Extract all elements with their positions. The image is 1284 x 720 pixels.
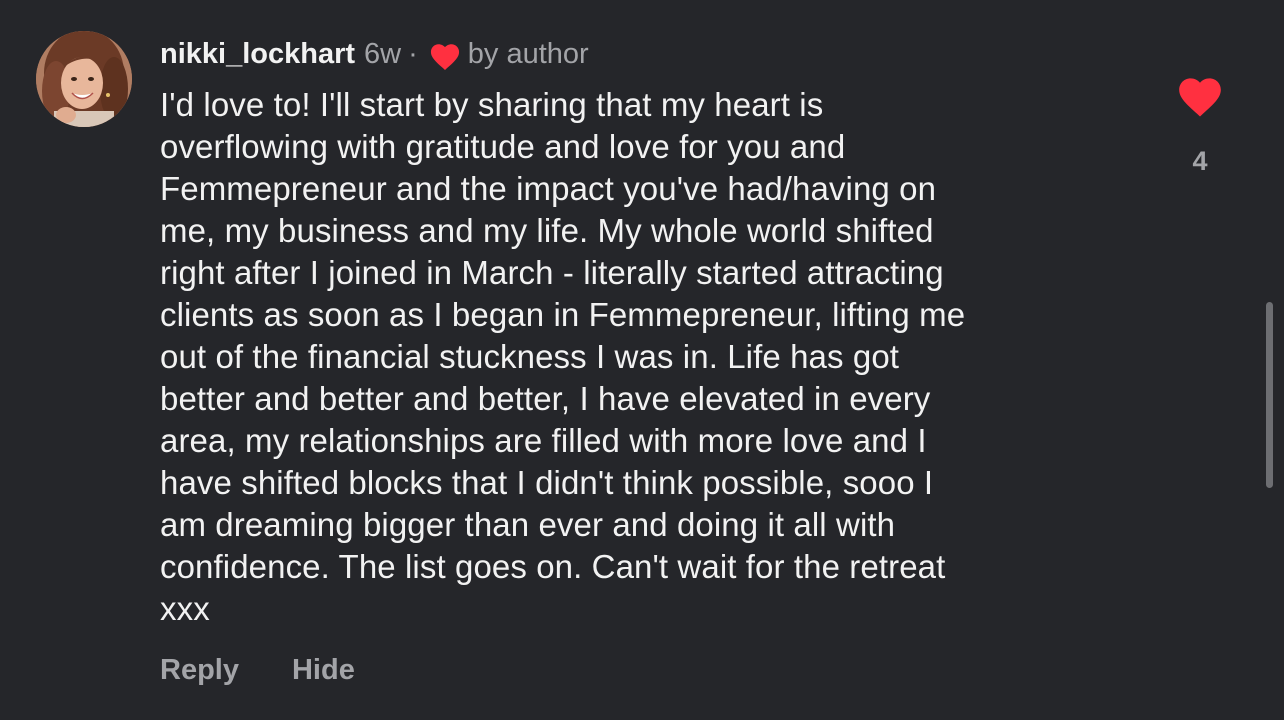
comment-body: I'd love to! I'll start by sharing that … [160,86,966,627]
like-count: 4 [1192,146,1208,176]
separator-dot: · [408,38,418,70]
comment-header: nikki_lockhart 6w · by author [160,34,589,74]
author-badge: by author [467,38,589,70]
heart-icon [428,40,462,71]
like-button[interactable] [1175,72,1225,118]
comment-actions: Reply Hide [160,650,355,690]
hide-button[interactable]: Hide [292,650,355,690]
avatar-image [36,31,132,127]
reply-button[interactable]: Reply [160,650,239,690]
avatar[interactable] [36,31,132,127]
heart-icon [1179,78,1221,117]
scrollbar[interactable] [1266,302,1273,488]
username[interactable]: nikki_lockhart [160,34,355,74]
timestamp: 6w [364,38,402,70]
comment: nikki_lockhart 6w · by author I'd love t… [0,0,1284,720]
